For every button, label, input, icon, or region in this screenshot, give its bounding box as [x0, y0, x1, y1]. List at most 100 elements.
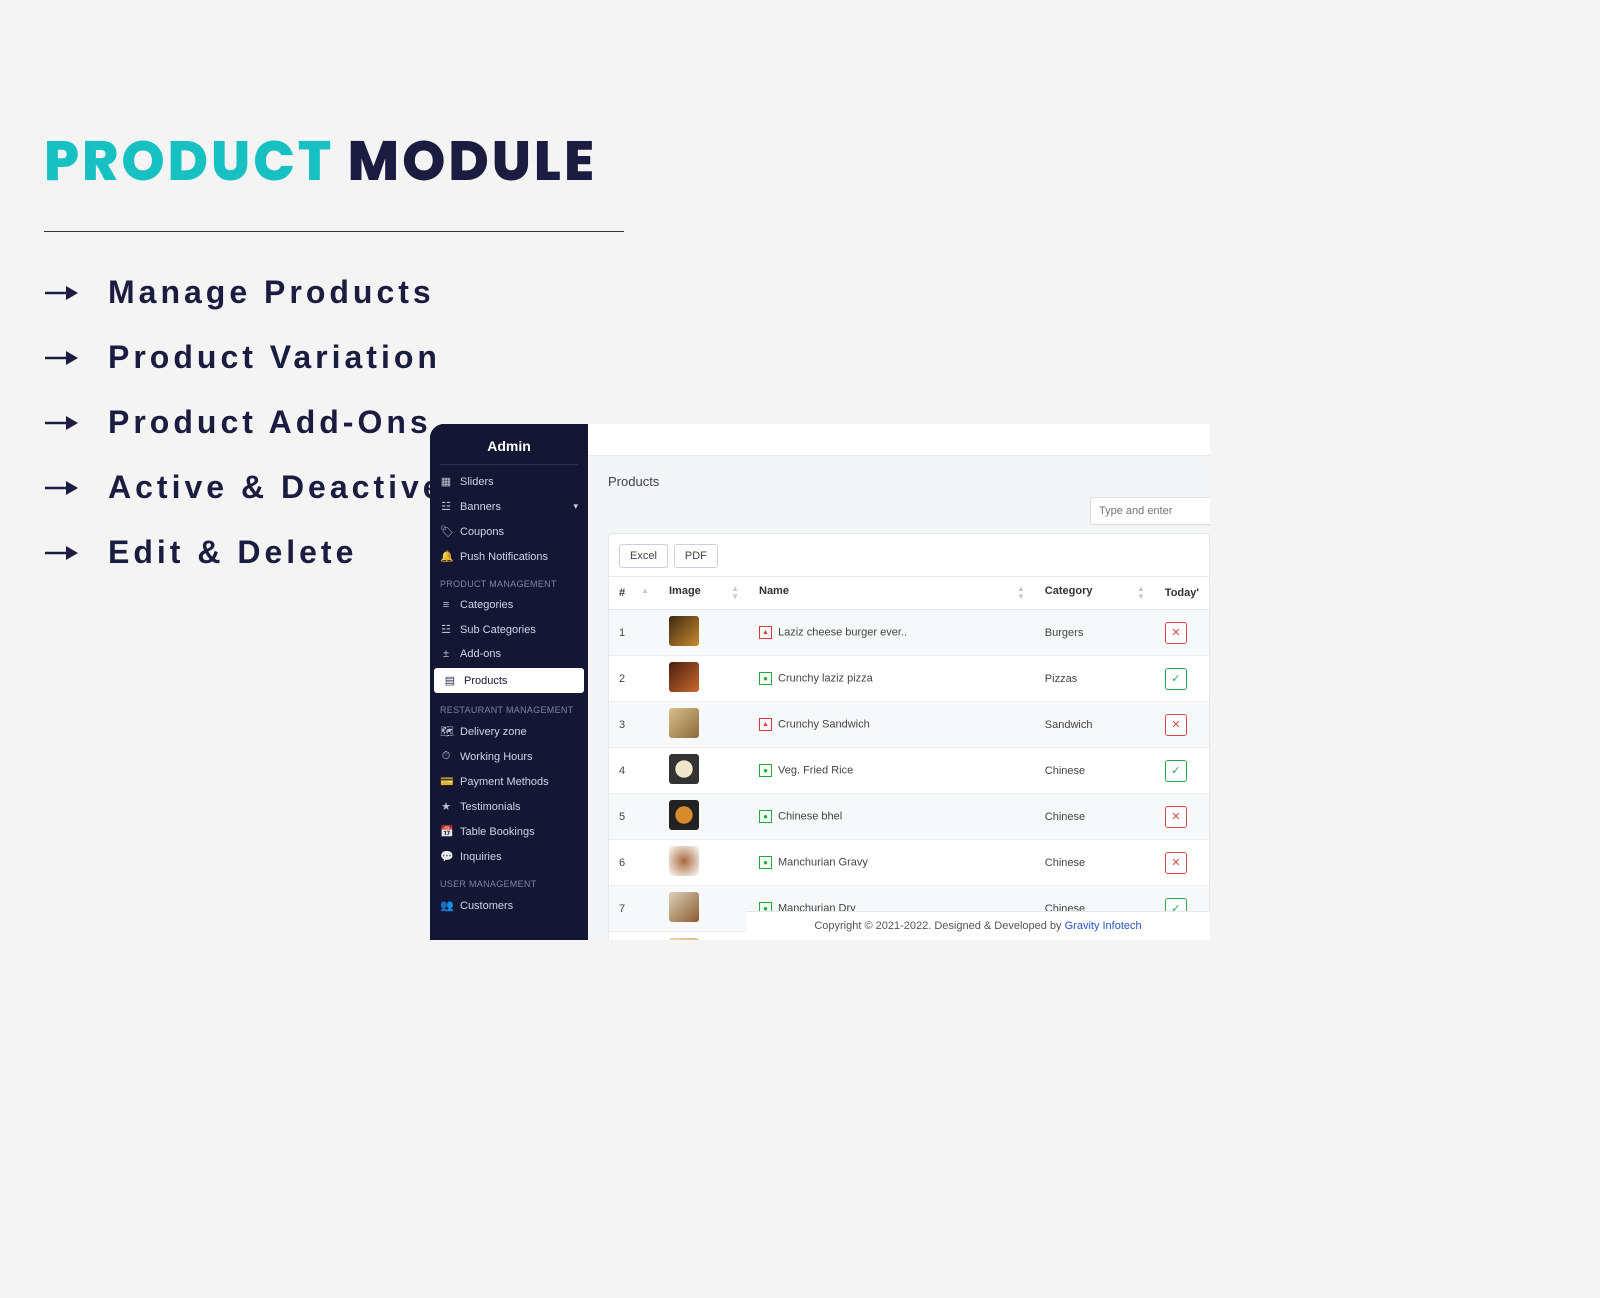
sidebar-item-label: Delivery zone: [460, 726, 527, 738]
sidebar-item-label: Sub Categories: [460, 624, 536, 636]
card-icon: 💳: [440, 775, 452, 788]
table-row: 6Manchurian GravyChinese✕: [609, 840, 1209, 886]
sidebar-item-label: Add-ons: [460, 648, 501, 660]
export-excel-button[interactable]: Excel: [619, 544, 668, 568]
veg-icon: [759, 810, 772, 823]
product-name: Veg. Fried Rice: [778, 764, 853, 776]
feature-label: Manage Products: [108, 274, 435, 311]
product-thumb: [669, 938, 699, 940]
sidebar-item-table-bookings[interactable]: 📅 Table Bookings: [430, 819, 588, 844]
arrow-icon: [44, 478, 80, 498]
sidebar-item-push-notifications[interactable]: 🔔Push Notifications: [430, 544, 588, 569]
image-icon: ▦: [440, 475, 452, 488]
sidebar-section-title: USER MANAGEMENT: [430, 869, 588, 893]
sidebar-item-categories[interactable]: ≡Categories: [430, 593, 588, 617]
cell-index: 3: [609, 702, 659, 748]
product-name: Manchurian Gravy: [778, 856, 868, 868]
th-today[interactable]: Today': [1155, 577, 1209, 610]
cell-status: ✓: [1155, 748, 1209, 794]
sidebar-item-label: Table Bookings: [460, 826, 535, 838]
cell-status: ✕: [1155, 702, 1209, 748]
sidebar-item-label: Customers: [460, 900, 513, 912]
cell-name: Manchurian Gravy: [749, 840, 1035, 886]
admin-panel: Admin ▦Sliders☳Banners▾🏷Coupons🔔Push Not…: [430, 424, 1210, 940]
cell-category: Sandwich: [1035, 702, 1155, 748]
th-index[interactable]: #▲: [609, 577, 659, 610]
sidebar-item-delivery-zone[interactable]: 🗺 Delivery zone: [430, 719, 588, 744]
calendar-icon: 📅: [440, 825, 452, 838]
export-buttons: Excel PDF: [609, 544, 1209, 576]
footer-text: Copyright © 2021-2022. Designed & Develo…: [814, 920, 1064, 932]
footer: Copyright © 2021-2022. Designed & Develo…: [746, 911, 1210, 940]
table-row: 3 Crunchy Sandwich Sandwich ✕: [609, 702, 1209, 748]
product-name: Laziz cheese burger ever..: [778, 626, 907, 638]
sort-icon: ▲▼: [1137, 585, 1145, 601]
sidebar-item-sliders[interactable]: ▦ Sliders: [430, 469, 588, 494]
sidebar-item-label: Inquiries: [460, 851, 502, 863]
sort-icon: ▲▼: [1017, 585, 1025, 601]
status-inactive-button[interactable]: ✕: [1165, 806, 1187, 828]
cell-name: Laziz cheese burger ever..: [749, 610, 1035, 656]
sidebar-item-products[interactable]: ▤Products: [434, 668, 584, 693]
map-icon: 🗺: [440, 725, 452, 738]
sidebar-item-coupons[interactable]: 🏷Coupons: [430, 519, 588, 544]
cell-name: Crunchy laziz pizza: [749, 656, 1035, 702]
sidebar-item-label: Banners: [460, 501, 501, 513]
cell-index: 4: [609, 748, 659, 794]
cell-image: [659, 794, 749, 840]
sidebar-item-label: Sliders: [460, 476, 494, 488]
title-rest: MODULE: [348, 123, 597, 200]
product-thumb: [669, 616, 699, 646]
cell-category: Chinese: [1035, 794, 1155, 840]
tag-icon: 🏷: [440, 525, 452, 538]
status-active-button[interactable]: ✓: [1165, 760, 1187, 782]
nonveg-icon: [759, 626, 772, 639]
product-name: Crunchy laziz pizza: [778, 672, 873, 684]
veg-icon: [759, 672, 772, 685]
status-active-button[interactable]: ✓: [1165, 668, 1187, 690]
feature-item: Manage Products: [44, 274, 624, 311]
page-title: PRODUCT MODULE: [44, 120, 624, 203]
product-thumb: [669, 708, 699, 738]
cell-index: 2: [609, 656, 659, 702]
status-inactive-button[interactable]: ✕: [1165, 622, 1187, 644]
data-card: Excel PDF #▲ Image▲▼ Name▲▼ Category▲▼ T…: [608, 533, 1210, 940]
status-inactive-button[interactable]: ✕: [1165, 714, 1187, 736]
sidebar-item-working-hours[interactable]: ⏱Working Hours: [430, 744, 588, 769]
cell-name: Crunchy Sandwich: [749, 702, 1035, 748]
content-title: Products: [588, 456, 1210, 493]
sidebar-item-add-ons[interactable]: ±Add-ons: [430, 642, 588, 666]
status-inactive-button[interactable]: ✕: [1165, 852, 1187, 874]
cell-name: Chinese bhel: [749, 794, 1035, 840]
th-name[interactable]: Name▲▼: [749, 577, 1035, 610]
cell-index: 7: [609, 886, 659, 932]
th-image[interactable]: Image▲▼: [659, 577, 749, 610]
search-input[interactable]: [1090, 497, 1210, 525]
cell-status: ✕: [1155, 794, 1209, 840]
cell-status: ✕: [1155, 840, 1209, 886]
th-category[interactable]: Category▲▼: [1035, 577, 1155, 610]
table-row: 5Chinese bhelChinese✕: [609, 794, 1209, 840]
cell-index: 1: [609, 610, 659, 656]
cell-image: [659, 702, 749, 748]
sidebar-item-sub-categories[interactable]: ☳Sub Categories: [430, 617, 588, 642]
cell-image: [659, 748, 749, 794]
cell-name: Veg. Fried Rice: [749, 748, 1035, 794]
product-thumb: [669, 754, 699, 784]
sidebar-item-payment-methods[interactable]: 💳 Payment Methods: [430, 769, 588, 794]
sidebar-item-testimonials[interactable]: ★Testimonials: [430, 794, 588, 819]
footer-link[interactable]: Gravity Infotech: [1065, 920, 1142, 932]
sidebar-item-label: Payment Methods: [460, 776, 549, 788]
product-name: Crunchy Sandwich: [778, 718, 870, 730]
cell-index: 8: [609, 932, 659, 941]
feature-item: Product Variation: [44, 339, 624, 376]
nonveg-icon: [759, 718, 772, 731]
sidebar-item-customers[interactable]: 👥Customers: [430, 893, 588, 918]
table-row: 1Laziz cheese burger ever..Burgers✕: [609, 610, 1209, 656]
sidebar-item-banners[interactable]: ☳Banners▾: [430, 494, 588, 519]
veg-icon: [759, 856, 772, 869]
topbar: [588, 424, 1210, 456]
search-wrap: [588, 493, 1210, 533]
export-pdf-button[interactable]: PDF: [674, 544, 718, 568]
sidebar-item-inquiries[interactable]: 💬Inquiries: [430, 844, 588, 869]
